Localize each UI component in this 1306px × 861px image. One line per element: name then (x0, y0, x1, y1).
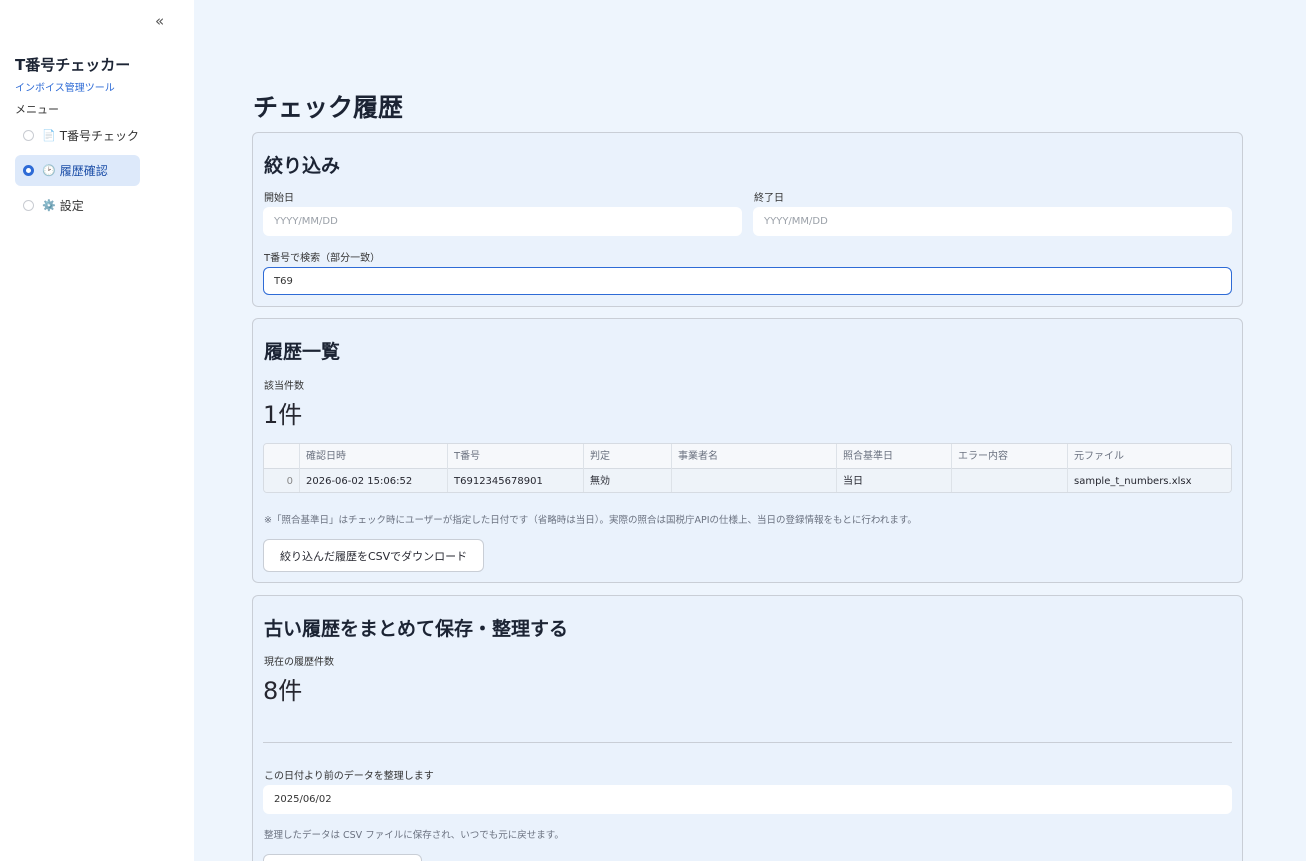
column-header-index[interactable] (264, 444, 300, 469)
table-row[interactable]: 0 2026-06-02 15:06:52 T6912345678901 無効 … (264, 469, 1231, 492)
start-date-input[interactable] (263, 207, 742, 236)
column-header-result[interactable]: 判定 (584, 444, 672, 469)
menu-label: メニュー (15, 103, 59, 116)
match-count-label: 該当件数 (264, 381, 304, 392)
row-index: 0 (264, 469, 300, 492)
gear-icon: ⚙️ (42, 199, 56, 212)
end-date-label: 終了日 (754, 193, 784, 204)
cell-reference-date[interactable]: 当日 (837, 469, 952, 492)
column-header-business-name[interactable]: 事業者名 (672, 444, 837, 469)
sidebar-item-history[interactable]: 🕑 履歴確認 (15, 155, 140, 186)
collapse-sidebar-icon[interactable]: « (155, 12, 164, 30)
start-date-label: 開始日 (264, 193, 294, 204)
divider (263, 742, 1232, 743)
total-count-value: 8件 (263, 677, 303, 705)
app-title: T番号チェッカー (15, 56, 131, 74)
sidebar-item-label: T番号チェック (59, 129, 140, 143)
end-date-input[interactable] (753, 207, 1232, 236)
column-header-source-file[interactable]: 元ファイル (1068, 444, 1231, 469)
sidebar-item-label: 設定 (59, 199, 84, 213)
radio-selected-icon[interactable] (23, 165, 34, 176)
sidebar-item-t-number-check[interactable]: 📄 T番号チェック (15, 120, 140, 151)
history-table[interactable]: 確認日時 T番号 判定 事業者名 照合基準日 エラー内容 元ファイル 0 202… (263, 443, 1232, 493)
history-card: 履歴一覧 該当件数 1件 確認日時 T番号 判定 事業者名 照合基準日 エラー内… (252, 318, 1243, 583)
cell-t-number[interactable]: T6912345678901 (448, 469, 584, 492)
clock-icon: 🕑 (42, 164, 56, 177)
page-title: チェック履歴 (253, 93, 404, 122)
cell-error[interactable] (952, 469, 1068, 492)
cell-result[interactable]: 無効 (584, 469, 672, 492)
reference-date-note: ※「照合基準日」はチェック時にユーザーが指定した日付です（省略時は当日）。実際の… (264, 515, 917, 526)
search-label: T番号で検索（部分一致） (264, 253, 381, 264)
column-header-t-number[interactable]: T番号 (448, 444, 584, 469)
match-count-value: 1件 (263, 401, 303, 429)
sidebar: « T番号チェッカー インボイス管理ツール メニュー 📄 T番号チェック 🕑 履… (0, 0, 194, 861)
t-number-search-input[interactable] (263, 267, 1232, 295)
radio-icon[interactable] (23, 130, 34, 141)
main-content: チェック履歴 絞り込み 開始日 終了日 T番号で検索（部分一致） 履歴一覧 該当… (194, 0, 1306, 861)
archive-note: 整理したデータは CSV ファイルに保存され、いつでも元に戻せます。 (264, 830, 564, 841)
download-csv-button[interactable]: 絞り込んだ履歴をCSVでダウンロード (263, 539, 485, 572)
cell-business-name[interactable] (672, 469, 837, 492)
archive-date-label: この日付より前のデータを整理します (264, 771, 434, 782)
table-header-row: 確認日時 T番号 判定 事業者名 照合基準日 エラー内容 元ファイル (264, 444, 1231, 469)
archive-date-input[interactable] (263, 785, 1232, 814)
filter-heading: 絞り込み (264, 155, 341, 177)
cell-checked-at[interactable]: 2026-06-02 15:06:52 (300, 469, 448, 492)
total-count-label: 現在の履歴件数 (264, 657, 334, 668)
column-header-error[interactable]: エラー内容 (952, 444, 1068, 469)
app-subtitle: インボイス管理ツール (15, 83, 115, 94)
archive-card: 古い履歴をまとめて保存・整理する 現在の履歴件数 8件 この日付より前のデータを… (252, 595, 1243, 861)
archive-heading: 古い履歴をまとめて保存・整理する (264, 618, 569, 640)
column-header-reference-date[interactable]: 照合基準日 (837, 444, 952, 469)
document-icon: 📄 (42, 129, 56, 142)
cell-source-file[interactable]: sample_t_numbers.xlsx (1068, 469, 1231, 492)
archive-button[interactable] (263, 854, 422, 861)
sidebar-item-label: 履歴確認 (59, 164, 108, 178)
column-header-checked-at[interactable]: 確認日時 (300, 444, 448, 469)
sidebar-item-settings[interactable]: ⚙️ 設定 (15, 190, 140, 221)
history-heading: 履歴一覧 (264, 341, 341, 363)
filter-card: 絞り込み 開始日 終了日 T番号で検索（部分一致） (252, 132, 1243, 307)
radio-icon[interactable] (23, 200, 34, 211)
